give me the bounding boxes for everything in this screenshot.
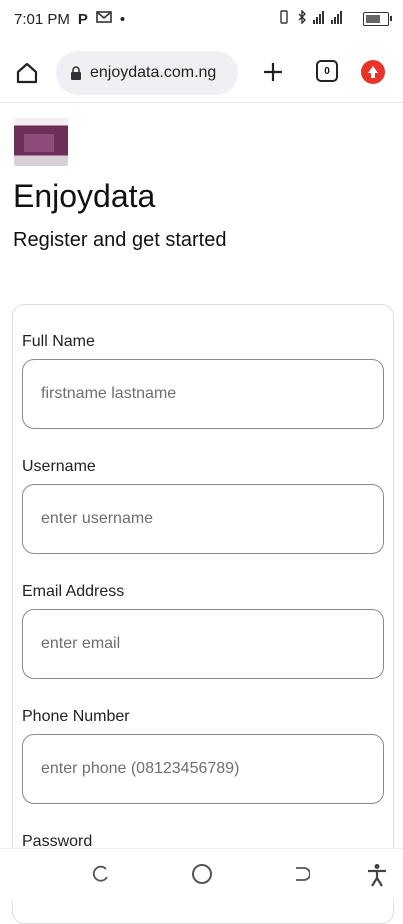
brand-title: Enjoydata — [13, 178, 156, 214]
battery-icon — [363, 11, 392, 26]
status-left: 7:01 PM P • — [14, 10, 125, 28]
url-text: enjoydata.com.ng — [90, 64, 217, 81]
full-name-label: Full Name — [22, 333, 95, 350]
email-label: Email Address — [22, 583, 125, 600]
back-icon[interactable] — [92, 865, 110, 883]
profile-icon[interactable] — [361, 60, 385, 84]
email-input[interactable] — [22, 609, 384, 679]
accessibility-icon[interactable] — [366, 863, 388, 887]
status-time: 7:01 PM — [14, 10, 70, 28]
home-icon[interactable] — [14, 60, 40, 86]
phone-input[interactable] — [22, 734, 384, 804]
bluetooth-icon — [297, 9, 307, 27]
phone-label: Phone Number — [22, 708, 130, 725]
signal-icon — [313, 10, 357, 27]
vibrate-icon — [277, 10, 291, 27]
address-bar[interactable]: enjoydata.com.ng — [56, 51, 238, 95]
home-nav-icon[interactable] — [192, 864, 212, 884]
lock-icon — [70, 66, 82, 80]
new-tab-icon[interactable] — [262, 61, 284, 83]
brand-logo-image — [14, 118, 68, 166]
page-subtitle: Register and get started — [13, 229, 227, 251]
tab-switcher-button[interactable]: 0 — [316, 60, 338, 82]
parking-icon: P — [77, 10, 88, 28]
full-name-input[interactable] — [22, 359, 384, 429]
browser-toolbar: enjoydata.com.ng 0 — [0, 44, 403, 103]
system-navigation-bar — [0, 848, 403, 901]
status-right — [277, 9, 392, 27]
recent-apps-icon[interactable] — [292, 865, 311, 883]
status-bar: 7:01 PM P • — [0, 0, 403, 38]
mail-icon — [96, 10, 112, 28]
username-input[interactable] — [22, 484, 384, 554]
dot-icon: • — [119, 10, 126, 28]
username-label: Username — [22, 458, 96, 475]
